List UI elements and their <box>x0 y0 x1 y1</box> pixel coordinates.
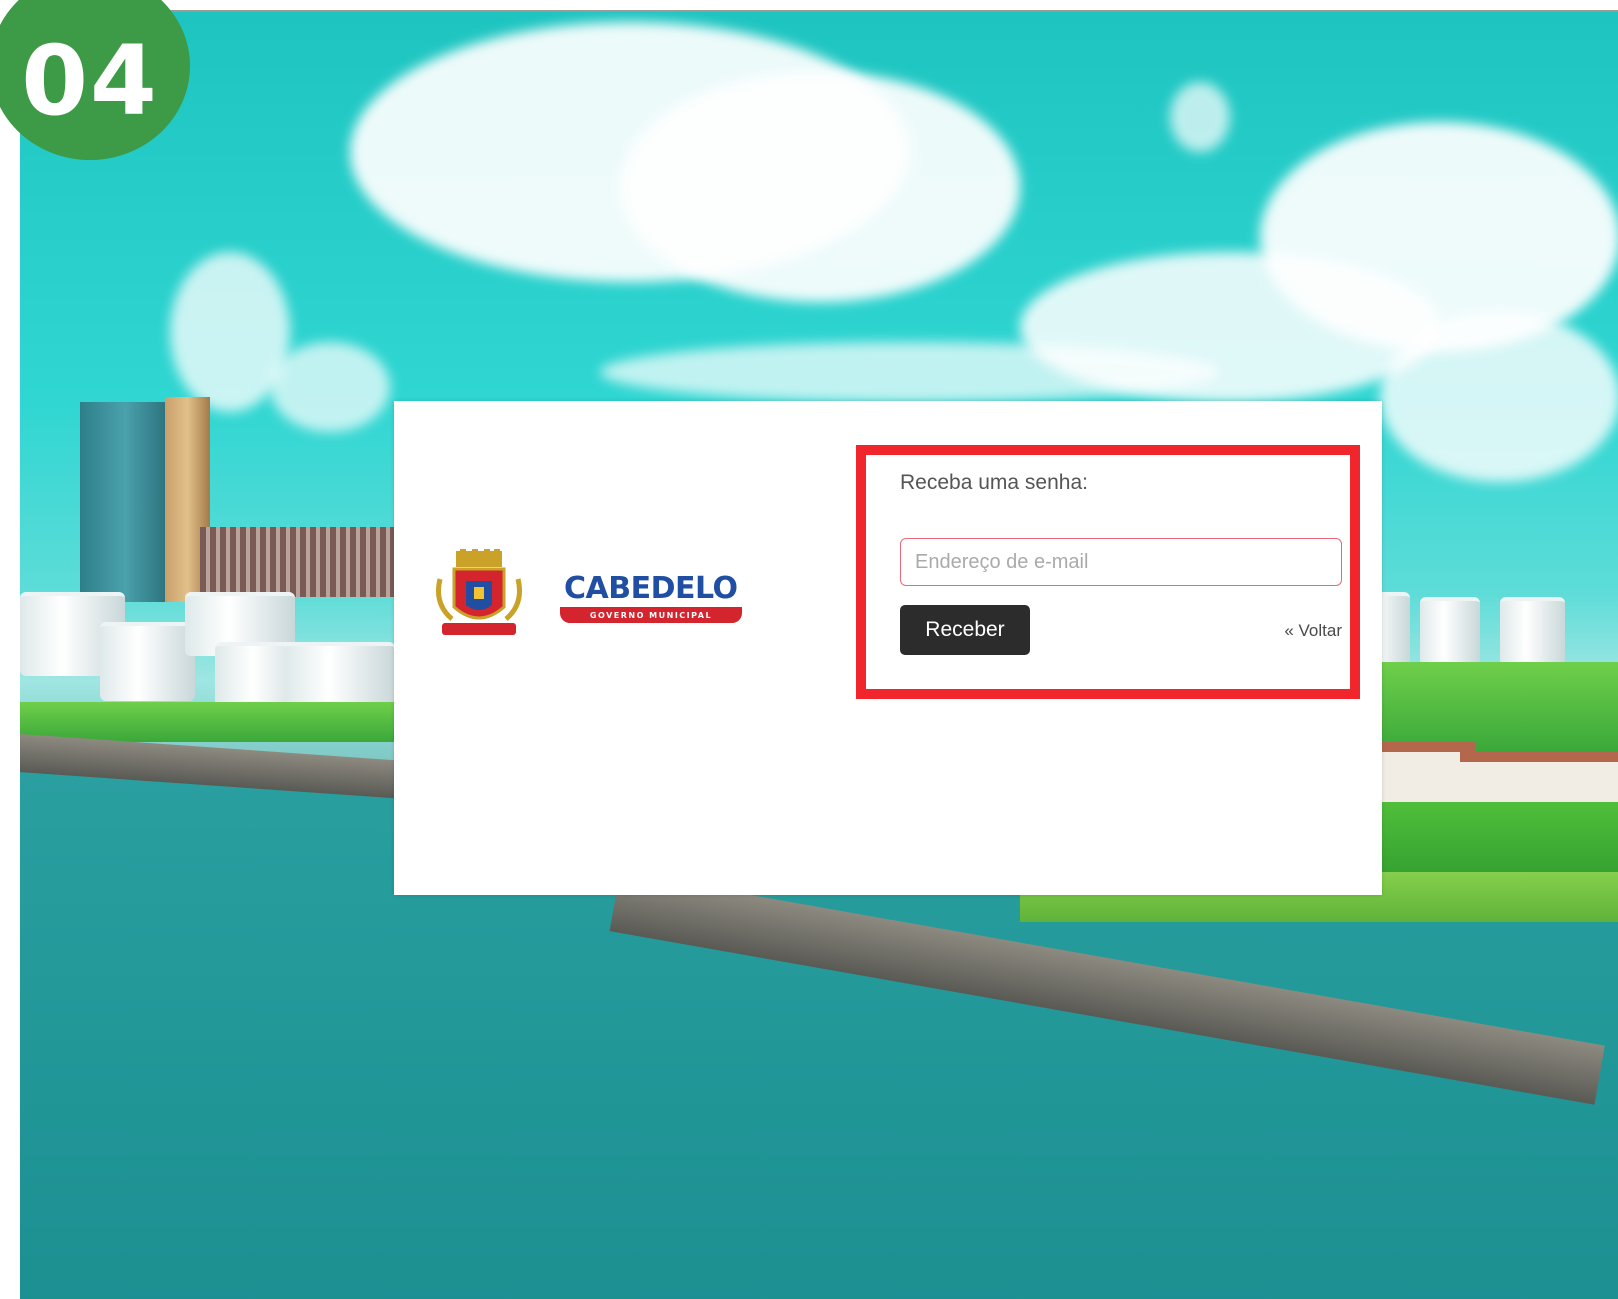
cabedelo-logo: CABEDELO GOVERNO MUNICIPAL <box>434 549 742 643</box>
back-link[interactable]: « Voltar <box>1284 621 1342 641</box>
silo <box>80 402 170 602</box>
oil-tank <box>1500 597 1565 666</box>
step-number: 04 <box>21 25 159 137</box>
building <box>200 527 400 597</box>
cloud <box>600 342 1220 402</box>
cloud <box>1380 312 1618 482</box>
green-strip <box>20 702 400 742</box>
house <box>1460 752 1618 802</box>
cloud <box>1170 82 1230 152</box>
oil-tank <box>1420 597 1480 666</box>
password-recovery-card: CABEDELO GOVERNO MUNICIPAL Receba uma se… <box>394 401 1382 895</box>
form-label: Receba uma senha: <box>900 471 1088 494</box>
green-strip <box>1350 662 1618 752</box>
coat-of-arms-icon <box>436 549 522 635</box>
receive-button[interactable]: Receber <box>900 605 1030 655</box>
cloud <box>270 342 390 432</box>
oil-tank <box>100 622 195 701</box>
logo-title: CABEDELO <box>564 571 738 606</box>
logo-subtitle: GOVERNO MUNICIPAL <box>560 607 742 623</box>
cloud <box>620 72 1020 302</box>
email-input[interactable] <box>900 538 1342 586</box>
